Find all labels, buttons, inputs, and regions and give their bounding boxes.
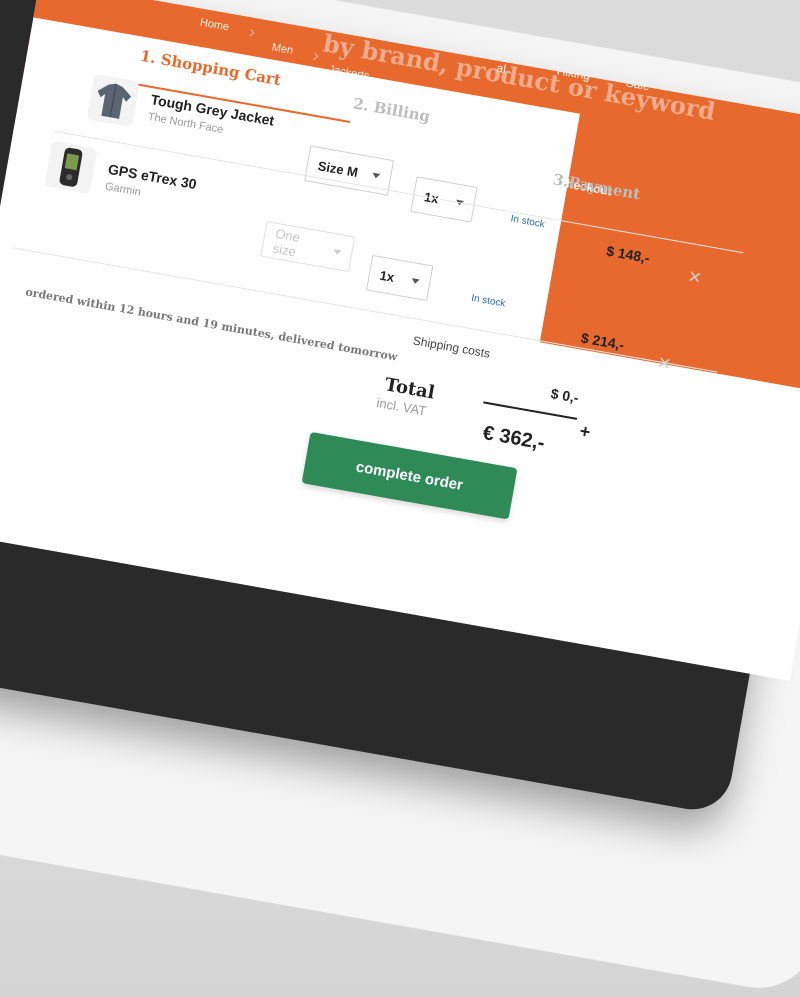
chevron-down-icon (332, 248, 342, 255)
chevron-down-icon (371, 172, 381, 179)
chevron-right-icon: › (311, 44, 321, 66)
breadcrumb-home[interactable]: Home (199, 17, 230, 34)
step-billing[interactable]: 2. Billing (352, 94, 432, 125)
jacket-icon (86, 73, 140, 128)
size-select[interactable]: One size (260, 221, 356, 273)
size-select-value: Size M (316, 157, 360, 180)
total-separator (483, 401, 578, 420)
total-price: € 362,- (481, 421, 547, 455)
chevron-right-icon: › (247, 21, 257, 43)
size-select-value: One size (271, 225, 302, 260)
delivery-note: ordered within 12 hours and 19 minutes, … (24, 285, 399, 364)
quantity-select-value: 1x (378, 267, 396, 285)
plus-sign: + (578, 420, 593, 443)
chevron-down-icon (411, 277, 420, 284)
gps-device-icon (44, 140, 98, 194)
product-brand: Garmin (104, 180, 142, 199)
shipping-label: Shipping costs (411, 333, 492, 361)
quantity-select[interactable]: 1x (366, 254, 434, 302)
breadcrumb-men[interactable]: Men (271, 41, 294, 57)
shipping-price: $ 0,- (549, 385, 581, 406)
stock-status: In stock (470, 292, 507, 310)
